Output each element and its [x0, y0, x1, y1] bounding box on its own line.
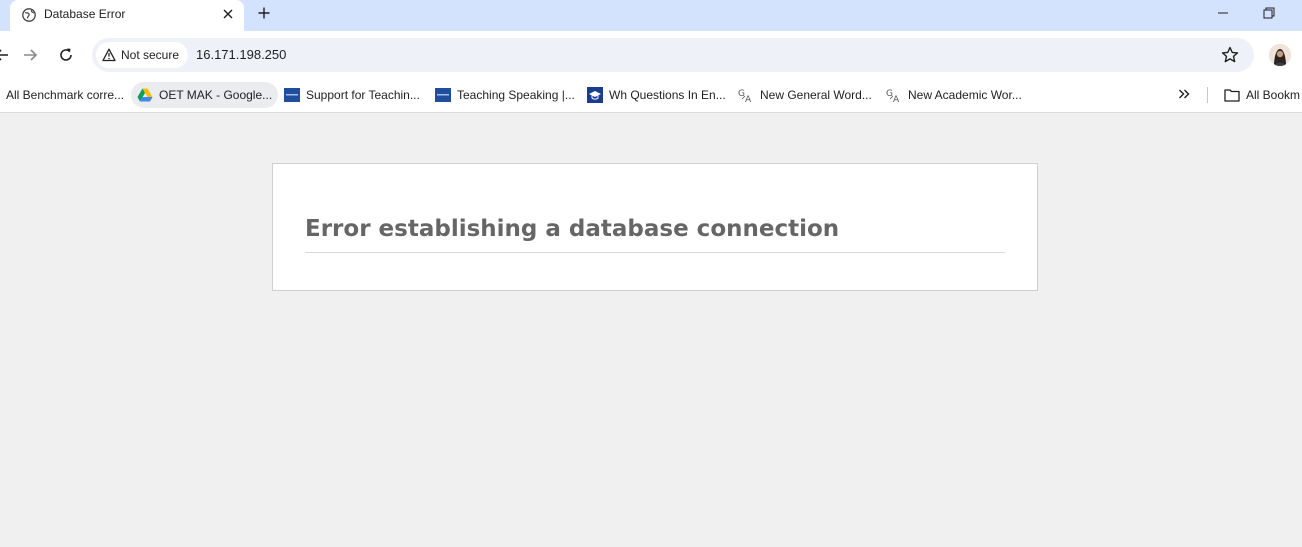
bookmarks-bar: All Benchmark corre... OET MAK - Google.… [0, 79, 1302, 113]
reload-icon[interactable] [54, 43, 78, 67]
bookmark-item[interactable]: G A New Academic Wor... [886, 82, 1022, 108]
chevron-double-right-icon[interactable] [1174, 84, 1194, 104]
site-favicon-icon [435, 87, 451, 103]
bookmark-item[interactable]: OET MAK - Google... [131, 82, 279, 108]
tab-database-error[interactable]: Database Error [10, 0, 244, 31]
bookmark-item[interactable]: Teaching Speaking |... [435, 82, 575, 108]
all-bookmarks-folder[interactable]: All Bookm [1224, 82, 1300, 108]
error-panel: Error establishing a database connection [272, 163, 1038, 291]
graduation-cap-icon [587, 87, 603, 103]
site-security-chip[interactable]: Not secure [96, 42, 188, 68]
bookmark-item[interactable]: Wh Questions In En... [587, 82, 726, 108]
svg-text:A: A [893, 95, 900, 103]
svg-text:A: A [745, 95, 752, 103]
bookmark-item[interactable]: All Benchmark corre... [6, 82, 124, 108]
bookmark-item[interactable]: Support for Teachin... [284, 82, 420, 108]
back-arrow-icon[interactable] [0, 43, 14, 67]
tab-title: Database Error [44, 7, 126, 21]
url-text[interactable]: 16.171.198.250 [196, 47, 286, 62]
translate-icon: G A [738, 87, 754, 103]
forward-arrow-icon[interactable] [18, 43, 42, 67]
bookmark-label: Wh Questions In En... [609, 88, 726, 102]
profile-avatar[interactable] [1269, 44, 1291, 66]
bookmark-label: New Academic Wor... [908, 88, 1022, 102]
not-secure-label: Not secure [121, 48, 180, 62]
google-drive-icon [137, 87, 153, 103]
all-bookmarks-label: All Bookm [1246, 88, 1301, 102]
bookmarks-divider [1207, 87, 1208, 103]
bookmark-label: All Benchmark corre... [6, 88, 125, 102]
toolbar: Not secure 16.171.198.250 [0, 31, 1302, 79]
restore-icon[interactable] [1257, 3, 1281, 23]
bookmark-label: Teaching Speaking |... [457, 88, 575, 102]
bookmark-label: OET MAK - Google... [159, 88, 273, 102]
bookmark-label: New General Word... [760, 88, 872, 102]
tab-strip: Database Error [0, 0, 1302, 31]
bookmark-item[interactable]: G A New General Word... [738, 82, 872, 108]
address-bar[interactable]: Not secure 16.171.198.250 [92, 38, 1254, 72]
site-favicon-icon [284, 87, 300, 103]
close-icon[interactable] [220, 6, 236, 22]
folder-icon [1224, 87, 1240, 103]
error-heading: Error establishing a database connection [305, 216, 1005, 253]
globe-icon [22, 8, 36, 22]
minimize-icon[interactable] [1211, 3, 1235, 23]
new-tab-plus-icon[interactable] [254, 3, 274, 23]
bookmark-star-icon[interactable] [1220, 45, 1240, 65]
warning-triangle-icon [102, 48, 116, 62]
bookmark-label: Support for Teachin... [306, 88, 420, 102]
translate-icon: G A [886, 87, 902, 103]
